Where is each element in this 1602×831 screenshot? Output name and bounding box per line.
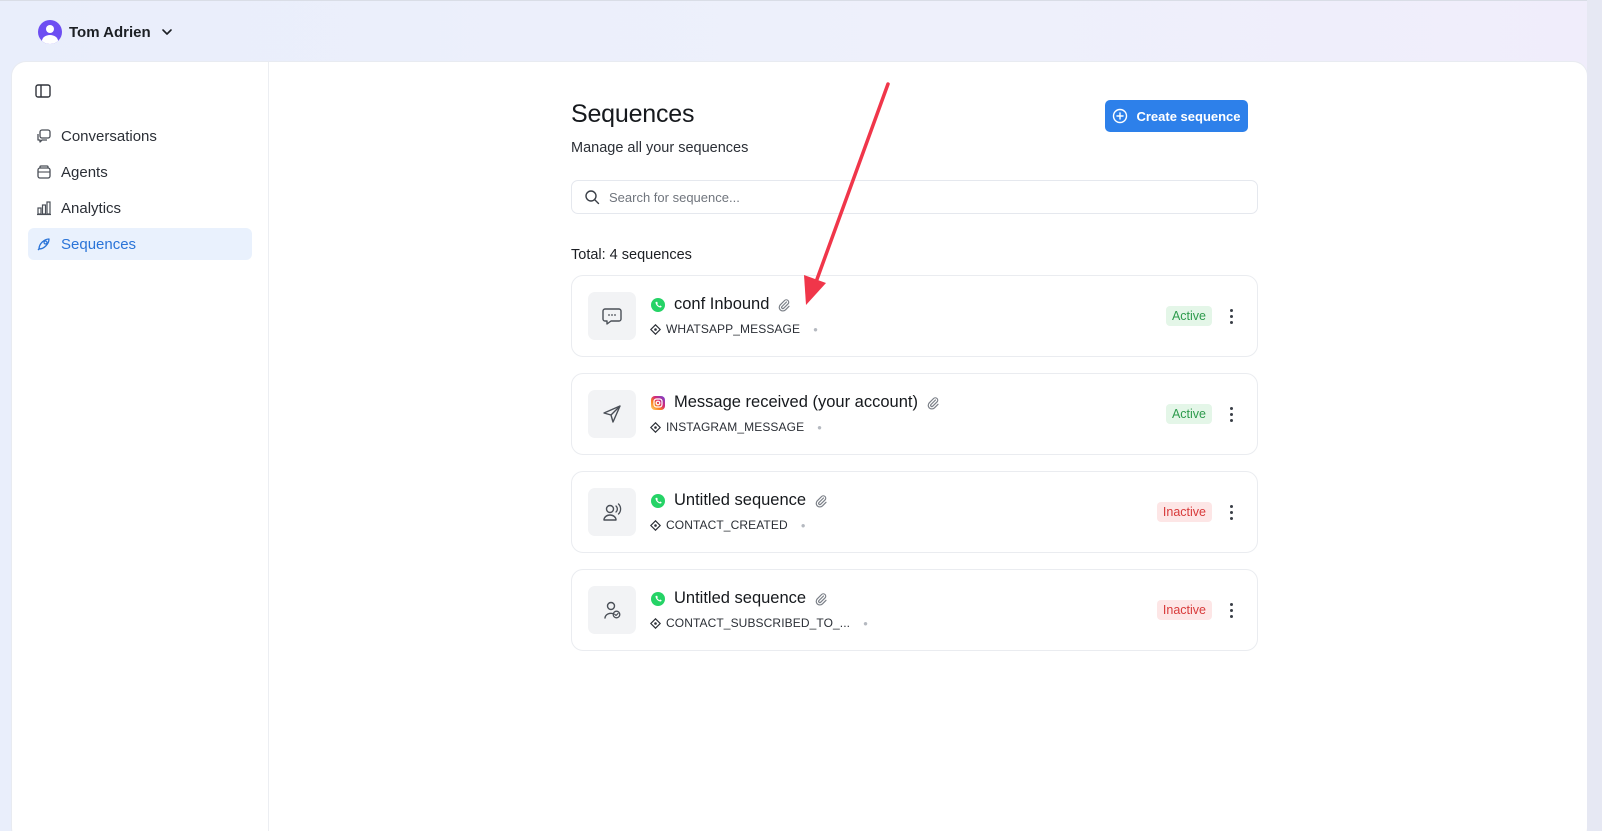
paperclip-icon[interactable] — [814, 592, 828, 606]
sidebar-item-sequences[interactable]: Sequences — [28, 228, 252, 260]
account-switcher[interactable]: Tom Adrien — [38, 20, 174, 44]
plus-circle-icon — [1113, 108, 1128, 124]
user-check-icon — [604, 601, 621, 619]
sidebar-item-label: Agents — [61, 163, 108, 181]
more-options-icon[interactable] — [1225, 404, 1237, 424]
trigger-diamond-icon — [650, 323, 661, 335]
sidebar: Conversations Agents Analytics Sequences — [12, 62, 269, 831]
sequence-title: Message received (your account) — [674, 393, 918, 411]
sequence-title: Untitled sequence — [674, 589, 807, 607]
create-sequence-label: Create sequence — [1136, 108, 1241, 124]
sequence-type-icon-box — [588, 586, 636, 634]
analytics-icon — [37, 201, 51, 216]
avatar — [38, 20, 62, 44]
more-options-icon[interactable] — [1225, 306, 1237, 326]
sidebar-nav: Conversations Agents Analytics Sequences — [28, 120, 252, 264]
sequence-card[interactable]: conf Inbound WHATSAPP_MESSAGE ● Active — [571, 275, 1258, 357]
separator-dot: ● — [863, 618, 869, 628]
sidebar-toggle-icon[interactable] — [34, 82, 52, 100]
sidebar-item-label: Conversations — [61, 127, 157, 145]
status-badge: Inactive — [1156, 502, 1212, 522]
account-name: Tom Adrien — [69, 23, 151, 41]
status-badge: Inactive — [1156, 600, 1212, 620]
sequence-title: Untitled sequence — [674, 491, 807, 509]
paperclip-icon[interactable] — [926, 396, 940, 410]
whatsapp-icon — [651, 297, 665, 312]
trigger-diamond-icon — [650, 421, 661, 433]
separator-dot: ● — [817, 422, 823, 432]
status-badge: Active — [1165, 404, 1212, 424]
sequence-trigger: WHATSAPP_MESSAGE — [666, 322, 801, 336]
sequence-trigger: CONTACT_SUBSCRIBED_TO_... — [666, 616, 851, 630]
sidebar-item-label: Sequences — [61, 235, 137, 253]
user-signal-icon — [603, 503, 622, 521]
search-box[interactable] — [571, 180, 1258, 214]
separator-dot: ● — [813, 324, 819, 334]
more-options-icon[interactable] — [1225, 502, 1237, 522]
chevron-down-icon — [161, 29, 172, 35]
sequence-trigger: CONTACT_CREATED — [666, 518, 788, 532]
whatsapp-icon — [651, 493, 665, 508]
total-count: Total: 4 sequences — [571, 247, 692, 263]
paperclip-icon[interactable] — [814, 494, 828, 508]
sequence-card[interactable]: Message received (your account) INSTAGRA… — [571, 373, 1258, 455]
sequence-type-icon-box — [588, 292, 636, 340]
sidebar-item-analytics[interactable]: Analytics — [28, 192, 252, 224]
separator-dot: ● — [800, 520, 806, 530]
sidebar-item-label: Analytics — [61, 199, 122, 217]
sequence-card[interactable]: Untitled sequence CONTACT_SUBSCRIBED_TO_… — [571, 569, 1258, 651]
sequence-card[interactable]: Untitled sequence CONTACT_CREATED ● Inac… — [571, 471, 1258, 553]
sequence-list: conf Inbound WHATSAPP_MESSAGE ● Active M… — [571, 275, 1258, 667]
sequence-title: conf Inbound — [674, 295, 770, 313]
top-bar: Tom Adrien — [0, 0, 1602, 62]
sequence-type-icon-box — [588, 390, 636, 438]
sequence-trigger: INSTAGRAM_MESSAGE — [666, 420, 805, 434]
window-edge — [1587, 0, 1602, 831]
conversations-icon — [37, 129, 51, 143]
trigger-diamond-icon — [650, 519, 661, 531]
search-input[interactable] — [609, 189, 1229, 205]
sequences-icon — [37, 238, 50, 251]
sidebar-item-agents[interactable]: Agents — [28, 156, 252, 188]
search-icon — [585, 190, 600, 205]
paperclip-icon[interactable] — [777, 298, 791, 312]
page-subtitle: Manage all your sequences — [571, 140, 749, 156]
page-title: Sequences — [571, 100, 695, 128]
agents-icon — [37, 165, 51, 179]
chat-bubble-icon — [602, 308, 622, 325]
instagram-icon — [651, 395, 665, 410]
sidebar-item-conversations[interactable]: Conversations — [28, 120, 252, 152]
status-badge: Active — [1165, 306, 1212, 326]
send-icon — [603, 405, 621, 423]
whatsapp-icon — [651, 591, 665, 606]
trigger-diamond-icon — [650, 617, 661, 629]
more-options-icon[interactable] — [1225, 600, 1237, 620]
sequence-type-icon-box — [588, 488, 636, 536]
create-sequence-button[interactable]: Create sequence — [1105, 100, 1248, 132]
